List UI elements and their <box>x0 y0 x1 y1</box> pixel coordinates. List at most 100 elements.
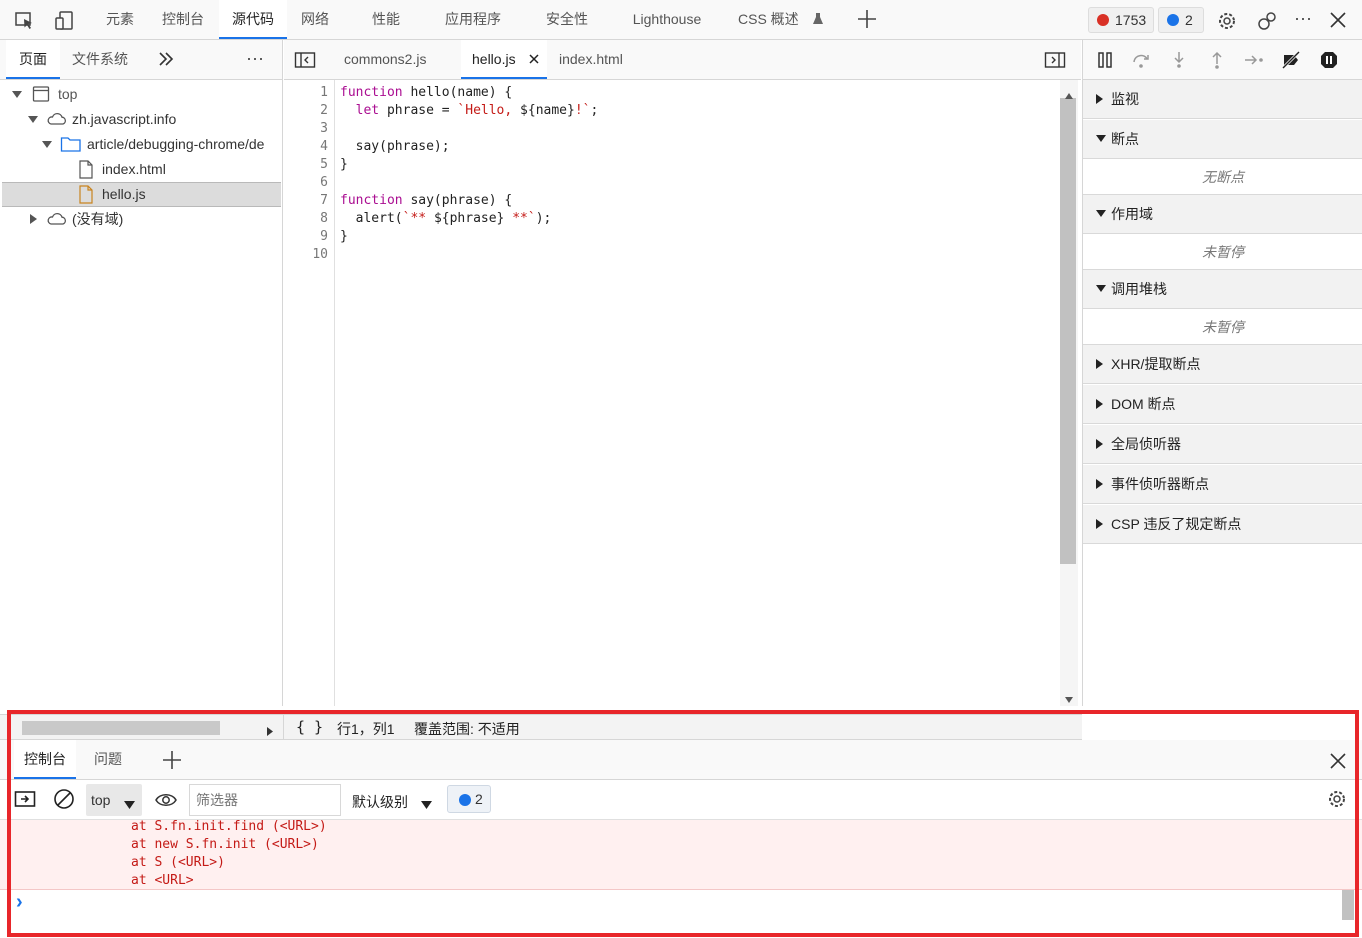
tab-console[interactable]: 控制台 <box>152 0 214 39</box>
more-options-icon[interactable]: ··· <box>1294 8 1314 28</box>
device-emulation-icon[interactable] <box>54 10 74 30</box>
section-xhr-breakpoints[interactable]: XHR/提取断点 <box>1083 345 1362 384</box>
section-breakpoints[interactable]: 断点 <box>1083 120 1362 159</box>
tree-label: (没有域) <box>72 211 124 227</box>
line-number[interactable]: 7 <box>320 192 328 210</box>
message-icon <box>1167 14 1179 26</box>
tree-item-index-html[interactable]: index.html <box>2 157 281 182</box>
callstack-not-paused-message: 未暂停 <box>1083 309 1362 345</box>
console-prompt-area[interactable]: › <box>0 890 1362 938</box>
section-title: 监视 <box>1111 91 1139 107</box>
add-tab-plus-icon[interactable] <box>856 8 878 33</box>
log-level-dropdown[interactable]: 默认级别 <box>352 784 440 816</box>
error-count-badge[interactable]: 1753 <box>1088 7 1154 33</box>
tab-css-overview[interactable]: CSS 概述 <box>738 0 812 39</box>
tree-item-folder[interactable]: article/debugging-chrome/de <box>2 132 281 157</box>
section-dom-breakpoints[interactable]: DOM 断点 <box>1083 385 1362 424</box>
tab-security[interactable]: 安全性 <box>536 0 598 39</box>
section-csp-breakpoints[interactable]: CSP 违反了规定断点 <box>1083 505 1362 544</box>
experiment-flask-icon <box>812 12 824 29</box>
settings-gear-icon[interactable] <box>1216 10 1236 30</box>
navigator-more-icon[interactable]: ··· <box>246 48 264 69</box>
line-number[interactable]: 1 <box>320 84 328 102</box>
pretty-print-button[interactable]: { } <box>296 718 323 736</box>
tab-lighthouse[interactable]: Lighthouse <box>622 0 712 39</box>
line-number[interactable]: 3 <box>320 120 328 138</box>
section-watch[interactable]: 监视 <box>1083 80 1362 119</box>
pause-icon[interactable] <box>1095 50 1115 70</box>
line-number[interactable]: 2 <box>320 102 328 120</box>
toggle-debugger-icon[interactable] <box>1044 51 1066 72</box>
js-file-icon <box>78 185 94 206</box>
stack-frame-line[interactable]: at S.fn.init.find (<URL>) <box>131 818 327 836</box>
tab-application[interactable]: 应用程序 <box>435 0 511 39</box>
clear-console-icon[interactable] <box>53 788 75 813</box>
step-icon[interactable] <box>1243 50 1263 70</box>
line-number[interactable]: 10 <box>312 246 328 264</box>
tab-sources[interactable]: 源代码 <box>219 0 287 39</box>
console-settings-gear-icon[interactable] <box>1326 788 1348 813</box>
customize-feedback-icon[interactable] <box>1256 10 1276 30</box>
navigator-hscrollbar-thumb[interactable] <box>22 721 220 735</box>
section-event-listener-breakpoints[interactable]: 事件侦听器断点 <box>1083 465 1362 504</box>
section-scope[interactable]: 作用域 <box>1083 195 1362 234</box>
context-selector[interactable]: top <box>86 784 142 816</box>
tab-filesystem[interactable]: 文件系统 <box>72 40 128 79</box>
scroll-right-arrow-icon[interactable] <box>267 723 273 739</box>
editor-scrollbar-thumb[interactable] <box>1060 98 1076 564</box>
more-tabs-chevron-icon[interactable] <box>158 50 174 71</box>
issues-count-badge[interactable]: 2 <box>447 785 491 813</box>
tab-elements[interactable]: 元素 <box>96 0 144 39</box>
collapsed-arrow-icon <box>30 214 37 224</box>
editor-tab-commons2-js[interactable]: commons2.js <box>344 40 426 79</box>
line-number[interactable]: 9 <box>320 228 328 246</box>
step-out-icon[interactable] <box>1207 50 1227 70</box>
close-devtools-icon[interactable] <box>1328 10 1348 30</box>
editor-tab-index-html[interactable]: index.html <box>559 40 623 79</box>
line-number[interactable]: 6 <box>320 174 328 192</box>
tab-page[interactable]: 页面 <box>6 40 60 79</box>
deactivate-breakpoints-icon[interactable] <box>1281 50 1301 70</box>
stack-frame-line[interactable]: at new S.fn.init (<URL>) <box>131 836 319 854</box>
tree-item-domain[interactable]: zh.javascript.info <box>2 107 281 132</box>
line-number[interactable]: 5 <box>320 156 328 174</box>
section-title: CSP 违反了规定断点 <box>1111 516 1242 532</box>
toggle-navigator-icon[interactable] <box>294 51 316 72</box>
live-expression-eye-icon[interactable] <box>154 790 178 813</box>
inspect-element-icon[interactable] <box>14 10 34 30</box>
stack-frame-line[interactable]: at <URL> <box>131 872 194 890</box>
collapsed-arrow-icon <box>1096 359 1103 369</box>
filter-input[interactable] <box>189 784 341 816</box>
add-drawer-tab-plus-icon[interactable] <box>161 749 183 774</box>
debugger-toolbar <box>1083 40 1362 80</box>
tree-label: article/debugging-chrome/de <box>87 136 265 152</box>
drawer-tab-issues[interactable]: 问题 <box>84 740 132 779</box>
show-sidebar-icon[interactable] <box>14 790 36 811</box>
close-drawer-icon[interactable] <box>1328 751 1348 774</box>
tree-item-no-domain[interactable]: (没有域) <box>2 207 281 232</box>
pause-on-exceptions-icon[interactable] <box>1319 50 1339 70</box>
line-number[interactable]: 4 <box>320 138 328 156</box>
line-number[interactable]: 8 <box>320 210 328 228</box>
error-icon <box>1097 14 1109 26</box>
section-call-stack[interactable]: 调用堆栈 <box>1083 270 1362 309</box>
step-into-icon[interactable] <box>1169 50 1189 70</box>
stack-frame-line[interactable]: at S (<URL>) <box>131 854 225 872</box>
step-over-icon[interactable] <box>1131 50 1151 70</box>
drawer-tab-console[interactable]: 控制台 <box>14 740 76 779</box>
tab-performance[interactable]: 性能 <box>362 0 410 39</box>
message-count-badge[interactable]: 2 <box>1158 7 1204 33</box>
tree-item-top[interactable]: top <box>2 82 281 107</box>
scroll-up-arrow-icon[interactable] <box>1065 86 1073 102</box>
console-scrollbar-thumb[interactable] <box>1342 890 1354 920</box>
tree-item-hello-js[interactable]: hello.js <box>2 182 281 207</box>
editor-tab-hello-js[interactable]: hello.js <box>461 40 547 79</box>
section-global-listeners[interactable]: 全局侦听器 <box>1083 425 1362 464</box>
tab-network[interactable]: 网络 <box>292 0 338 39</box>
code-line: } <box>340 229 348 244</box>
file-icon <box>78 160 94 182</box>
scroll-down-arrow-icon[interactable] <box>1065 690 1073 706</box>
line-number-gutter[interactable]: 1 2 3 4 5 6 7 8 9 10 <box>284 80 335 706</box>
code-editor[interactable]: 1 2 3 4 5 6 7 8 9 10 function hello(name… <box>284 80 1081 706</box>
console-error-message: at S.fn.init.find (<URL>) at new S.fn.in… <box>0 818 1362 890</box>
